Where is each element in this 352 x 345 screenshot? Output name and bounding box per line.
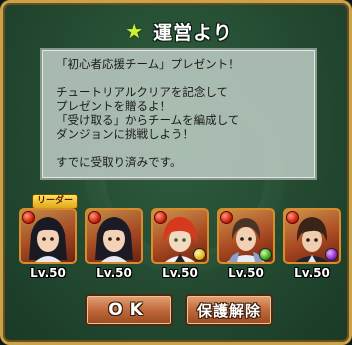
level-label: Lv.50	[228, 266, 264, 280]
unprotect-button[interactable]: 保護解除	[185, 294, 273, 326]
message-line	[56, 71, 307, 85]
message-line: すでに受取り済みです。	[56, 155, 182, 169]
dialog-title: 運営より	[153, 21, 233, 44]
light-attribute-icon	[193, 248, 206, 261]
message-line: 「初心者応援チーム」プレゼント！	[56, 57, 240, 71]
level-label: Lv.50	[162, 266, 198, 280]
monster-card[interactable]	[151, 208, 209, 264]
fire-attribute-icon	[154, 211, 167, 224]
monster-card[interactable]	[283, 208, 341, 264]
team-row: リーダー Lv.50 Lv.50 Lv.50 Lv.50 Lv.50	[15, 194, 345, 284]
team-member-4[interactable]: Lv.50	[217, 208, 275, 280]
level-label: Lv.50	[30, 266, 66, 280]
fire-attribute-icon	[220, 211, 233, 224]
team-member-2[interactable]: Lv.50	[85, 208, 143, 280]
team-member-1[interactable]: Lv.50	[19, 208, 77, 280]
team-member-3[interactable]: Lv.50	[151, 208, 209, 280]
message-line	[56, 141, 307, 155]
level-label: Lv.50	[294, 266, 330, 280]
fire-attribute-icon	[88, 211, 101, 224]
message-line: ダンジョンに挑戦しよう！	[56, 127, 194, 141]
ok-button[interactable]: OK	[85, 294, 173, 326]
fire-attribute-icon	[286, 211, 299, 224]
monster-card[interactable]	[19, 208, 77, 264]
dialog-window: ★ 運営より 「初心者応援チーム」プレゼント！ チュートリアルクリアを記念して …	[0, 0, 352, 345]
star-icon: ★	[125, 19, 144, 43]
dark-attribute-icon	[325, 248, 338, 261]
message-line: プレゼントを贈るよ！	[56, 99, 171, 113]
fire-attribute-icon	[22, 211, 35, 224]
message-box: 「初心者応援チーム」プレゼント！ チュートリアルクリアを記念して プレゼントを贈…	[40, 48, 317, 180]
team-member-5[interactable]: Lv.50	[283, 208, 341, 280]
leader-badge: リーダー	[32, 194, 79, 209]
wood-attribute-icon	[259, 248, 272, 261]
message-line: 「受け取る」からチームを編成して	[56, 113, 240, 127]
message-line: チュートリアルクリアを記念して	[56, 85, 229, 99]
dialog-header: ★ 運営より	[3, 17, 349, 45]
monster-card[interactable]	[85, 208, 143, 264]
level-label: Lv.50	[96, 266, 132, 280]
monster-card[interactable]	[217, 208, 275, 264]
